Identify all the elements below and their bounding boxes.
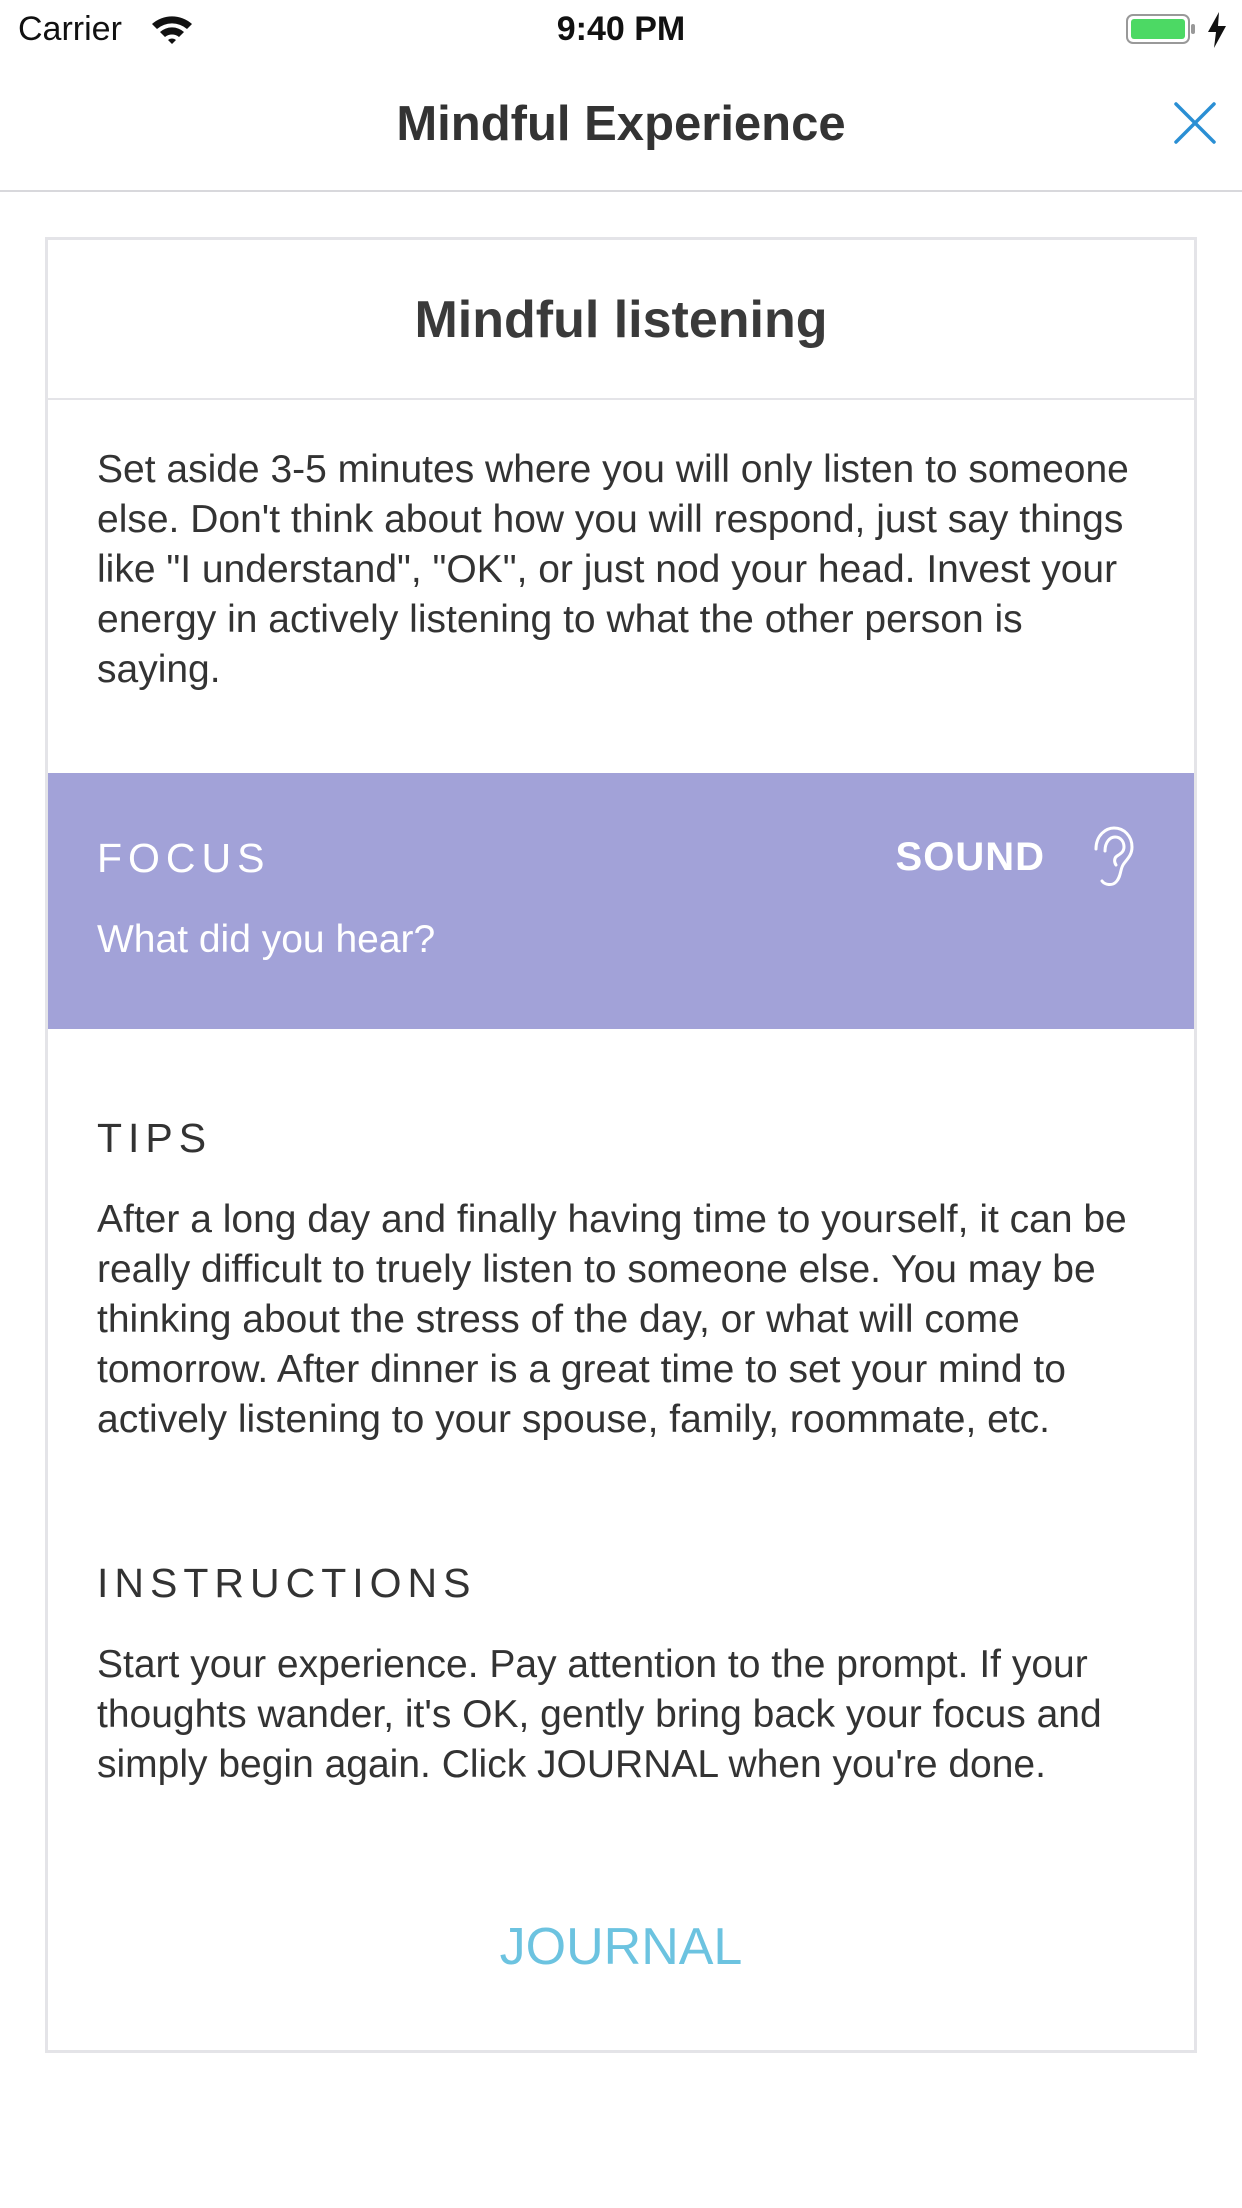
focus-label: FOCUS [97,835,271,881]
experience-description: Set aside 3-5 minutes where you will onl… [97,448,1129,691]
experience-card: Mindful listening Set aside 3-5 minutes … [45,237,1197,2053]
battery-icon [1126,14,1195,44]
focus-panel: FOCUS What did you hear? SOUND [48,773,1194,1029]
sense-label: SOUND [895,835,1045,879]
navigation-bar: Mindful Experience [0,62,1242,192]
instructions-heading: INSTRUCTIONS [97,1560,477,1606]
tips-body: After a long day and finally having time… [97,1198,1127,1441]
focus-question: What did you hear? [97,918,436,961]
charging-bolt-icon [1208,12,1226,48]
card-header: Mindful listening [48,240,1194,400]
ear-icon [1094,826,1134,886]
status-bar: Carrier 9:40 PM [0,0,1242,62]
tips-heading: TIPS [97,1115,213,1161]
close-icon[interactable] [1170,98,1220,148]
card-title: Mindful listening [414,291,828,349]
journal-button[interactable]: JOURNAL [48,1917,1194,1977]
instructions-body: Start your experience. Pay attention to … [97,1643,1102,1786]
page-title: Mindful Experience [396,97,846,151]
status-time: 9:40 PM [556,10,686,48]
